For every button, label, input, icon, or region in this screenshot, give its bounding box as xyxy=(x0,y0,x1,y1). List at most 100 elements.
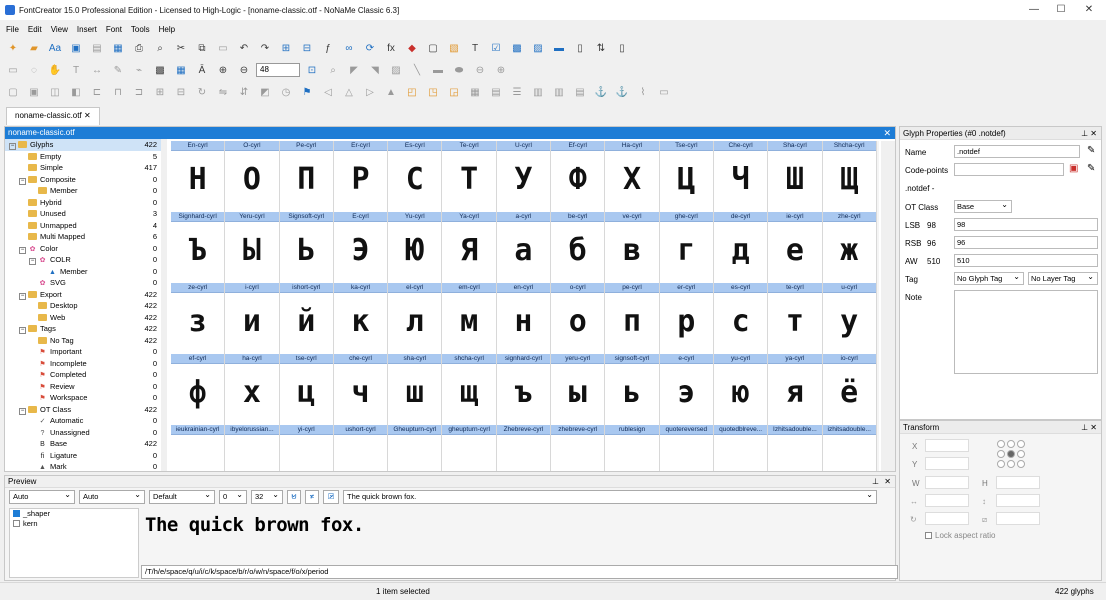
expand-toggle-icon[interactable]: − xyxy=(19,407,26,415)
codepoints-field[interactable] xyxy=(954,163,1064,176)
rsb-field[interactable]: 96 xyxy=(954,236,1098,249)
feature-checkbox[interactable] xyxy=(13,520,20,527)
unicode-icon[interactable]: ▣ xyxy=(1069,163,1078,174)
zoom-glyph-icon[interactable]: ⌕ xyxy=(324,62,342,78)
glyph-cell[interactable]: ze-cyrl з xyxy=(171,283,226,354)
tree-item[interactable]: ✓ Automatic 0 xyxy=(5,415,161,427)
glyph-cell[interactable]: er-cyrl р xyxy=(659,283,714,354)
glyph-cell[interactable]: ef-cyrl ф xyxy=(171,354,226,425)
sort-icon[interactable]: ⇅ xyxy=(592,40,610,56)
glyph-transform-icon[interactable]: ⊟ xyxy=(298,40,316,56)
otclass-select[interactable]: Base xyxy=(954,199,1012,213)
expand-toggle-icon[interactable]: − xyxy=(29,258,36,265)
rows-icon[interactable]: ☰ xyxy=(508,84,526,100)
options-icon[interactable]: ☑ xyxy=(323,489,339,504)
preview-icon[interactable]: ▨ xyxy=(529,40,547,56)
tree-item[interactable]: Unused 3 xyxy=(5,208,161,220)
tree-item[interactable]: ▲ Mark 0 xyxy=(5,461,161,471)
feature-item[interactable]: kern xyxy=(10,519,138,529)
table-alt-icon[interactable]: ▤ xyxy=(487,84,505,100)
tree-item[interactable]: ⚑ Completed 0 xyxy=(5,369,161,381)
table-icon[interactable]: ▦ xyxy=(466,84,484,100)
text-icon[interactable]: T xyxy=(67,62,85,78)
scale-y-field[interactable] xyxy=(996,494,1040,507)
panel-close-icon[interactable]: ⊥ ✕ xyxy=(1081,127,1097,140)
glyph-cell[interactable]: ibyelorussian... xyxy=(225,425,280,471)
hand-icon[interactable]: ✋ xyxy=(46,62,64,78)
underline-button[interactable]: U xyxy=(287,489,301,504)
save-all-icon[interactable]: ▤ xyxy=(88,40,106,56)
glyph-cell[interactable]: pe-cyrl п xyxy=(605,283,660,354)
font-view-icon[interactable]: Ā xyxy=(193,62,211,78)
spacing-stepper[interactable]: 0 xyxy=(219,489,247,504)
clock-icon[interactable]: ◷ xyxy=(277,84,295,100)
corner-alt-icon[interactable]: ◥ xyxy=(366,62,384,78)
metrics-icon[interactable]: ▭ xyxy=(655,84,673,100)
note-textarea[interactable] xyxy=(954,290,1098,374)
tree-item[interactable]: Hybrid 0 xyxy=(5,197,161,209)
glyph-cell[interactable]: Signhard-cyrl Ъ xyxy=(171,212,226,283)
expand-toggle-icon[interactable]: − xyxy=(19,327,26,334)
open-installed-icon[interactable]: Aa xyxy=(46,40,64,56)
glyph-cell[interactable]: Shcha-cyrl Щ xyxy=(822,141,877,212)
origin-dot[interactable] xyxy=(1017,450,1025,458)
ellipse-icon[interactable]: ⬬ xyxy=(450,62,468,78)
bars-icon[interactable]: ▥ xyxy=(550,84,568,100)
script-select[interactable]: Auto xyxy=(9,489,75,504)
tree-item[interactable]: ⚑ Workspace 0 xyxy=(5,392,161,404)
glyph-cell[interactable]: quotereversed xyxy=(659,425,714,471)
name-edit-icon[interactable]: ✎ xyxy=(1087,145,1095,156)
glyph-cell[interactable]: O-cyrl О xyxy=(225,141,280,212)
close-icon[interactable]: ✕ xyxy=(883,127,891,139)
rotate-field[interactable] xyxy=(925,512,969,525)
combine-icon[interactable]: ◫ xyxy=(46,84,64,100)
glyph-cell[interactable]: zhebreve-cyrl xyxy=(551,425,606,471)
back-icon[interactable]: ⊖ xyxy=(471,62,489,78)
triangle-alt-icon[interactable]: ▲ xyxy=(382,84,400,100)
glyph-cell[interactable]: Es-cyrl С xyxy=(388,141,443,212)
subtract-icon[interactable]: ◲ xyxy=(445,84,463,100)
tree-item[interactable]: Web 422 xyxy=(5,312,161,324)
aw-field[interactable]: 510 xyxy=(954,254,1098,267)
glyph-cell[interactable]: yeru-cyrl ы xyxy=(551,354,606,425)
name-field[interactable]: .notdef xyxy=(954,145,1080,158)
glyph-cell[interactable]: ka-cyrl к xyxy=(333,283,389,354)
glyph-cell[interactable]: sha-cyrl ш xyxy=(388,354,443,425)
glyph-cell[interactable]: Pe-cyrl П xyxy=(279,141,334,212)
origin-dot[interactable] xyxy=(1017,440,1025,448)
menu-edit[interactable]: Edit xyxy=(28,25,42,34)
sync-icon[interactable]: ⟳ xyxy=(361,40,379,56)
tab-noname-classic[interactable]: noname-classic.otf ✕ xyxy=(6,107,100,125)
tree-item[interactable]: ✿ SVG 0 xyxy=(5,277,161,289)
tree-item[interactable]: Desktop 422 xyxy=(5,300,161,312)
new-page-icon[interactable]: ▯ xyxy=(571,40,589,56)
strike-button[interactable]: ≠ xyxy=(305,489,319,504)
distribute-icon[interactable]: ⊞ xyxy=(151,84,169,100)
tree-item[interactable]: ⚑ Review 0 xyxy=(5,381,161,393)
tree-item[interactable]: ▲ Member 0 xyxy=(5,266,161,278)
origin-dot[interactable] xyxy=(997,440,1005,448)
glyph-tag-select[interactable]: No Glyph Tag xyxy=(954,271,1024,285)
origin-dot[interactable] xyxy=(1017,460,1025,468)
align-left-icon[interactable]: ⊏ xyxy=(88,84,106,100)
feature-item[interactable]: _shaper xyxy=(10,509,138,519)
tab-close-icon[interactable]: ✕ xyxy=(84,111,91,120)
expand-toggle-icon[interactable]: − xyxy=(19,292,26,300)
glyph-cell[interactable]: signhard-cyrl ъ xyxy=(496,354,552,425)
corner-icon[interactable]: ◤ xyxy=(345,62,363,78)
glyph-cell[interactable]: be-cyrl б xyxy=(551,212,606,283)
font-properties-icon[interactable]: ▢ xyxy=(424,40,442,56)
glyph-cell[interactable]: ha-cyrl х xyxy=(225,354,280,425)
new-font-icon[interactable]: ✦ xyxy=(4,40,22,56)
monitor-icon[interactable]: ▬ xyxy=(550,40,568,56)
glyph-cell[interactable]: U-cyrl У xyxy=(496,141,552,212)
paste-icon[interactable]: ▭ xyxy=(214,40,232,56)
tree-item[interactable]: − Composite 0 xyxy=(5,174,161,186)
glyph-cell[interactable]: Ha-cyrl Х xyxy=(605,141,660,212)
menu-insert[interactable]: Insert xyxy=(77,25,97,34)
tree-item[interactable]: − ✿ Color 0 xyxy=(5,243,161,255)
glyph-cell[interactable]: tse-cyrl ц xyxy=(279,354,334,425)
undo-icon[interactable]: ↶ xyxy=(235,40,253,56)
zoom-out-icon[interactable]: ⊖ xyxy=(235,62,253,78)
glyph-cell[interactable]: ieukrainian-cyrl xyxy=(171,425,226,471)
